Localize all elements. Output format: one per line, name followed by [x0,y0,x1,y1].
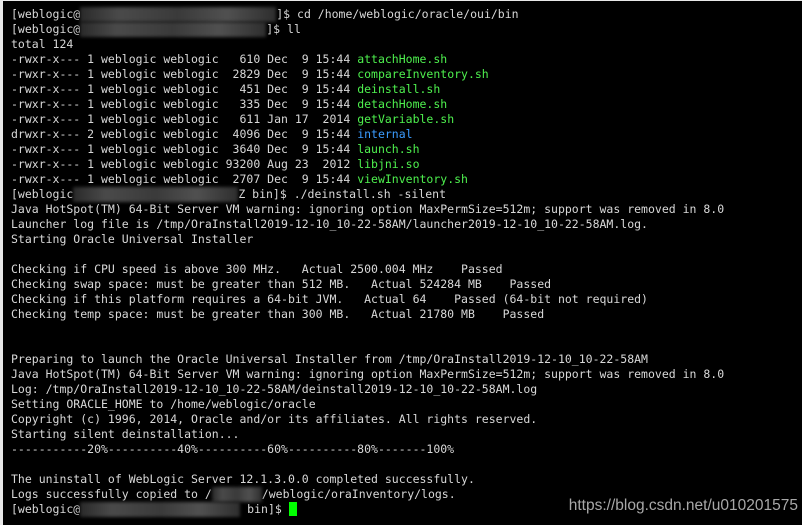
terminal-text: [weblogic@ [11,502,81,516]
terminal-text: drwxr-x--- 2 weblogic weblogic 4096 Dec … [11,127,358,141]
terminal-line: Preparing to launch the Oracle Universal… [11,352,802,367]
terminal-line: Setting ORACLE_HOME to /home/weblogic/or… [11,397,802,412]
terminal-line: Checking if this platform requires a 64-… [11,292,802,307]
terminal-line: total 124 [11,37,802,52]
terminal-line: -rwxr-x--- 1 weblogic weblogic 335 Dec 9… [11,97,802,112]
terminal-output[interactable]: [weblogic@ ]$ cd /home/weblogic/oracle/ou… [11,7,802,517]
terminal-line: Checking swap space: must be greater tha… [11,277,802,292]
terminal-text: Z bin]$ ./deinstall.sh -silent [238,187,447,201]
directory-name: internal [357,127,413,141]
executable-file-name: attachHome.sh [357,52,448,66]
terminal-line: -rwxr-x--- 1 weblogic weblogic 93200 Aug… [11,157,802,172]
terminal-line: -rwxr-x--- 1 weblogic weblogic 3640 Dec … [11,142,802,157]
terminal-text: /weblogic/oraInventory/logs. [261,487,456,501]
watermark: https://blog.csdn.net/u010201575 [568,497,798,514]
terminal-line: -rwxr-x--- 1 weblogic weblogic 2707 Dec … [11,172,802,187]
terminal-line: [weblogic Z bin]$ ./deinstall.sh -silent [11,187,802,202]
terminal-line: drwxr-x--- 2 weblogic weblogic 4096 Dec … [11,127,802,142]
terminal-line: [weblogic@ ]$ cd /home/weblogic/oracle/ou… [11,7,802,22]
terminal-line: -rwxr-x--- 1 weblogic weblogic 611 Jan 1… [11,112,802,127]
terminal-window[interactable]: [weblogic@ ]$ cd /home/weblogic/oracle/ou… [0,0,802,525]
executable-file-name: detachHome.sh [357,97,448,111]
redacted-hostname [80,7,277,22]
executable-file-name: getVariable.sh [357,112,455,126]
terminal-text: -rwxr-x--- 1 weblogic weblogic 2707 Dec … [11,172,358,186]
terminal-text: The uninstall of WebLogic Server 12.1.3.… [11,472,475,486]
terminal-line: Java HotSpot(TM) 64-Bit Server VM warnin… [11,367,802,382]
terminal-text: Starting Oracle Universal Installer [11,232,254,246]
redacted-hostname [80,502,241,517]
terminal-text: -rwxr-x--- 1 weblogic weblogic 3640 Dec … [11,142,358,156]
terminal-text: Logs successfully copied to / [11,487,212,501]
terminal-text: Log: /tmp/OraInstall2019-12-10_10-22-58A… [11,382,538,396]
terminal-line: [weblogic@ ]$ ll [11,22,802,37]
terminal-text: Checking swap space: must be greater tha… [11,277,552,291]
executable-file-name: deinstall.sh [357,82,441,96]
terminal-text: ]$ cd /home/weblogic/oracle/oui/bin [276,7,519,21]
terminal-text: Copyright (c) 1996, 2014, Oracle and/or … [11,412,538,426]
terminal-text: [weblogic@ [11,22,81,36]
terminal-text: -----------20%----------40%----------60%… [11,442,455,456]
executable-file-name: compareInventory.sh [357,67,489,81]
terminal-line: Launcher log file is /tmp/OraInstall2019… [11,217,802,232]
terminal-line: Starting Oracle Universal Installer [11,232,802,247]
terminal-text: Checking if this platform requires a 64-… [11,292,648,306]
terminal-line: Java HotSpot(TM) 64-Bit Server VM warnin… [11,202,802,217]
terminal-text: -rwxr-x--- 1 weblogic weblogic 451 Dec 9… [11,82,358,96]
terminal-line: The uninstall of WebLogic Server 12.1.3.… [11,472,802,487]
terminal-text: bin]$ [240,502,289,516]
terminal-text: -rwxr-x--- 1 weblogic weblogic 93200 Aug… [11,157,358,171]
terminal-text: -rwxr-x--- 1 weblogic weblogic 335 Dec 9… [11,97,358,111]
terminal-text: Launcher log file is /tmp/OraInstall2019… [11,217,648,231]
terminal-cursor [288,502,297,516]
terminal-text: Starting silent deinstallation... [11,427,240,441]
executable-file-name: viewInventory.sh [357,172,468,186]
terminal-text: -rwxr-x--- 1 weblogic weblogic 610 Dec 9… [11,52,358,66]
terminal-line: Log: /tmp/OraInstall2019-12-10_10-22-58A… [11,382,802,397]
terminal-text: Checking temp space: must be greater tha… [11,307,545,321]
redacted-hostname [73,187,239,202]
terminal-line: -rwxr-x--- 1 weblogic weblogic 2829 Dec … [11,67,802,82]
executable-file-name: libjni.so [357,157,420,171]
terminal-line: Checking temp space: must be greater tha… [11,307,802,322]
terminal-text: Setting ORACLE_HOME to /home/weblogic/or… [11,397,316,411]
terminal-line: Copyright (c) 1996, 2014, Oracle and/or … [11,412,802,427]
redacted-hostname [211,487,262,502]
terminal-text: Java HotSpot(TM) 64-Bit Server VM warnin… [11,202,725,216]
terminal-line: Starting silent deinstallation... [11,427,802,442]
redacted-hostname [80,22,267,37]
terminal-line: Checking if CPU speed is above 300 MHz. … [11,262,802,277]
terminal-line: -----------20%----------40%----------60%… [11,442,802,457]
executable-file-name: launch.sh [357,142,420,156]
terminal-text: [weblogic@ [11,7,81,21]
terminal-text: ]$ ll [266,22,301,36]
terminal-text: Java HotSpot(TM) 64-Bit Server VM warnin… [11,367,725,381]
terminal-text: [weblogic [11,187,74,201]
terminal-line: -rwxr-x--- 1 weblogic weblogic 610 Dec 9… [11,52,802,67]
terminal-text: Preparing to launch the Oracle Universal… [11,352,648,366]
terminal-text: total 124 [11,37,74,51]
terminal-text: -rwxr-x--- 1 weblogic weblogic 2829 Dec … [11,67,358,81]
terminal-text: Checking if CPU speed is above 300 MHz. … [11,262,503,276]
terminal-line: -rwxr-x--- 1 weblogic weblogic 451 Dec 9… [11,82,802,97]
terminal-text: -rwxr-x--- 1 weblogic weblogic 611 Jan 1… [11,112,358,126]
